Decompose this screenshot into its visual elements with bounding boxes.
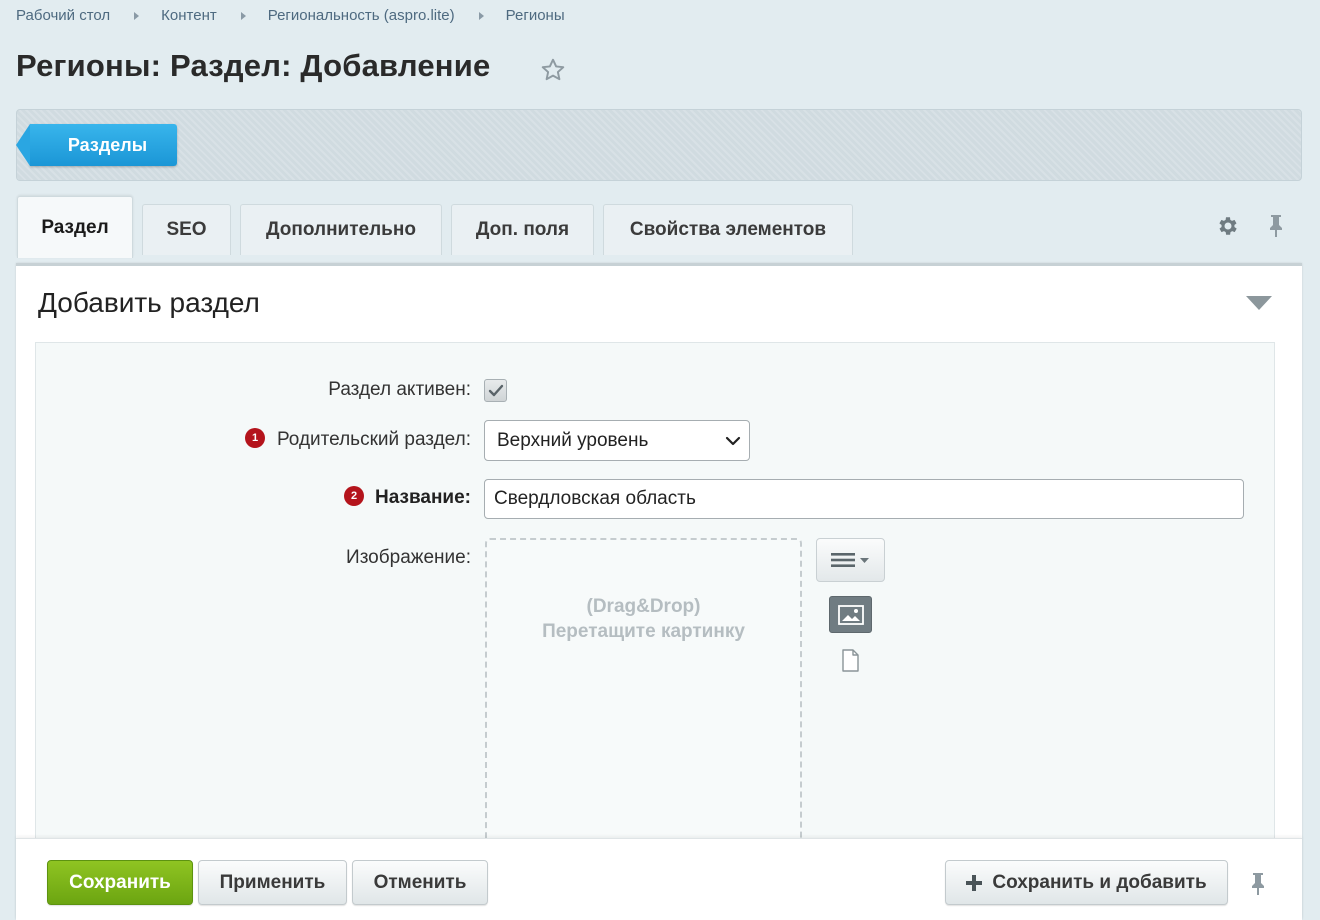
file-icon[interactable] (841, 649, 860, 672)
active-checkbox[interactable] (484, 379, 507, 402)
dropzone-hint-line2: Перетащите картинку (542, 621, 745, 642)
name-label: Название: (374, 487, 471, 508)
dropzone-hint-line1: (Drag&Drop) (586, 596, 701, 617)
breadcrumb-desktop[interactable]: Рабочий стол (16, 7, 110, 24)
breadcrumb-separator-icon (240, 11, 246, 20)
cancel-button[interactable]: Отменить (352, 860, 488, 905)
image-dropzone[interactable]: (Drag&Drop) Перетащите картинку (485, 538, 802, 858)
parent-section-label: Родительский раздел: (276, 429, 471, 450)
star-icon[interactable] (540, 57, 566, 83)
required-badge: 1 (245, 428, 265, 448)
pin-icon[interactable] (1266, 213, 1286, 239)
image-menu-button[interactable] (816, 538, 885, 582)
apply-button[interactable]: Применить (198, 860, 347, 905)
tab-section[interactable]: Раздел (17, 196, 133, 258)
breadcrumb: Рабочий стол Контент Региональность (asp… (16, 7, 565, 24)
breadcrumb-regionality[interactable]: Региональность (aspro.lite) (268, 7, 455, 24)
context-toolbar (16, 109, 1302, 181)
tab-additional[interactable]: Дополнительно (240, 204, 442, 255)
save-button[interactable]: Сохранить (47, 860, 193, 905)
save-and-add-label: Сохранить и добавить (992, 871, 1207, 893)
parent-section-value: Верхний уровень (497, 429, 649, 451)
breadcrumb-content[interactable]: Контент (161, 7, 217, 24)
card-title: Добавить раздел (38, 287, 260, 318)
chevron-down-icon (725, 436, 741, 446)
name-field[interactable] (484, 479, 1244, 519)
active-label: Раздел активен: (328, 379, 471, 400)
collapse-triangle-icon[interactable] (1246, 296, 1272, 310)
parent-section-select[interactable]: Верхний уровень (484, 420, 750, 461)
pin-icon[interactable] (1248, 871, 1268, 897)
required-badge: 2 (344, 486, 364, 506)
breadcrumb-separator-icon (134, 11, 140, 20)
tab-element-properties[interactable]: Свойства элементов (603, 204, 853, 255)
save-and-add-button[interactable]: Сохранить и добавить (945, 860, 1228, 905)
image-label: Изображение: (346, 547, 471, 568)
image-icon[interactable] (829, 596, 872, 633)
tab-extra-fields[interactable]: Доп. поля (451, 204, 594, 255)
checkmark-icon (488, 384, 503, 396)
gear-icon[interactable] (1216, 214, 1240, 238)
tab-seo[interactable]: SEO (142, 204, 231, 255)
breadcrumb-separator-icon (478, 11, 484, 20)
menu-icon (831, 553, 869, 567)
plus-icon (966, 874, 983, 891)
sections-button[interactable]: Разделы (16, 124, 177, 166)
page-title: Регионы: Раздел: Добавление (16, 48, 491, 83)
breadcrumb-regions[interactable]: Регионы (506, 7, 565, 24)
